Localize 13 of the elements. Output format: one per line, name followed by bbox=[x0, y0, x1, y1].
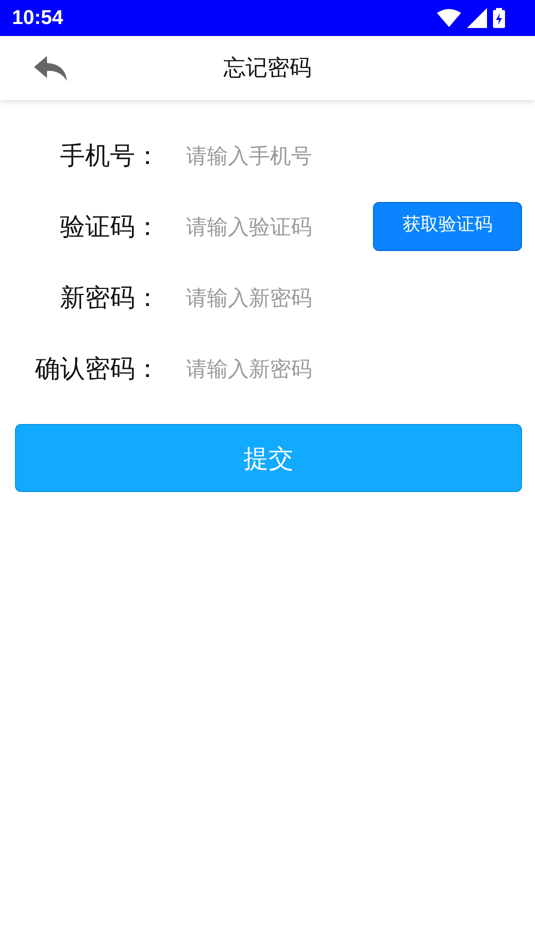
field-label: 新密码： bbox=[59, 282, 160, 314]
back-button[interactable] bbox=[34, 56, 68, 82]
battery-icon bbox=[493, 8, 505, 28]
page-title: 忘记密码 bbox=[224, 55, 312, 83]
get-code-button[interactable]: 获取验证码 bbox=[373, 202, 522, 251]
wifi-icon bbox=[437, 9, 461, 27]
submit-button[interactable]: 提交 bbox=[15, 424, 522, 492]
field-label: 验证码： bbox=[59, 211, 160, 243]
status-time: 10:54 bbox=[12, 6, 64, 30]
back-arrow-icon bbox=[34, 56, 68, 82]
field-label: 确认密码： bbox=[34, 353, 160, 385]
field-label: 手机号： bbox=[59, 140, 160, 172]
signal-icon bbox=[467, 8, 487, 28]
